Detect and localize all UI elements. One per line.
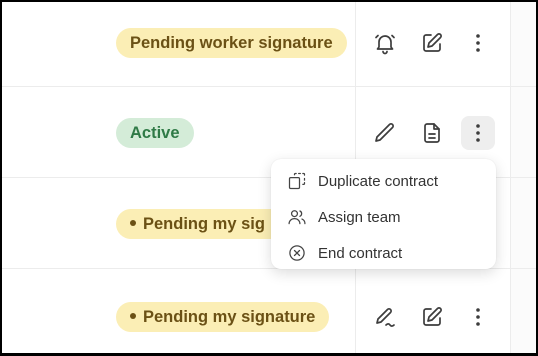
more-actions-button-open[interactable] bbox=[461, 116, 495, 150]
menu-item-label: End contract bbox=[318, 244, 403, 262]
status-label: Pending worker signature bbox=[130, 34, 333, 52]
menu-item-label: Duplicate contract bbox=[318, 172, 439, 190]
more-vertical-icon bbox=[476, 124, 480, 142]
status-badge: Pending my signature bbox=[116, 302, 330, 332]
edit-pencil-button[interactable] bbox=[368, 116, 402, 150]
document-icon bbox=[424, 123, 440, 143]
contracts-table: Pending worker signature Active Pending … bbox=[2, 2, 536, 353]
status-dot bbox=[130, 219, 136, 226]
more-actions-button[interactable] bbox=[461, 300, 495, 334]
edit-icon bbox=[423, 33, 442, 52]
status-label: Pending my sig bbox=[143, 215, 265, 233]
more-vertical-icon bbox=[476, 34, 480, 52]
status-label: Active bbox=[130, 124, 180, 142]
edit-button[interactable] bbox=[415, 300, 449, 334]
signature-icon bbox=[376, 308, 395, 327]
menu-item-duplicate-contract[interactable]: Duplicate contract bbox=[271, 163, 496, 199]
table-row[interactable]: Pending my signature bbox=[2, 270, 536, 353]
status-badge: Active bbox=[116, 118, 194, 148]
team-icon bbox=[288, 210, 306, 225]
more-actions-button[interactable] bbox=[461, 26, 495, 60]
menu-item-assign-team[interactable]: Assign team bbox=[271, 199, 496, 235]
table-row[interactable]: Pending worker signature bbox=[2, 2, 536, 87]
row-actions-menu: Duplicate contract Assign team End contr… bbox=[271, 159, 496, 269]
sign-button[interactable] bbox=[368, 300, 402, 334]
status-label: Pending my signature bbox=[143, 308, 316, 326]
menu-item-end-contract[interactable]: End contract bbox=[271, 235, 496, 271]
edit-icon bbox=[423, 307, 442, 326]
pencil-icon bbox=[375, 123, 394, 142]
edit-button[interactable] bbox=[415, 26, 449, 60]
duplicate-icon bbox=[288, 172, 306, 190]
status-badge: Pending worker signature bbox=[116, 28, 347, 58]
close-circle-icon bbox=[289, 245, 305, 261]
bell-icon bbox=[375, 34, 395, 55]
view-document-button[interactable] bbox=[415, 116, 449, 150]
more-vertical-icon bbox=[476, 308, 480, 326]
reminder-bell-button[interactable] bbox=[368, 26, 402, 60]
menu-item-label: Assign team bbox=[318, 208, 401, 226]
status-badge: Pending my sig bbox=[116, 209, 295, 239]
status-dot bbox=[130, 312, 136, 319]
